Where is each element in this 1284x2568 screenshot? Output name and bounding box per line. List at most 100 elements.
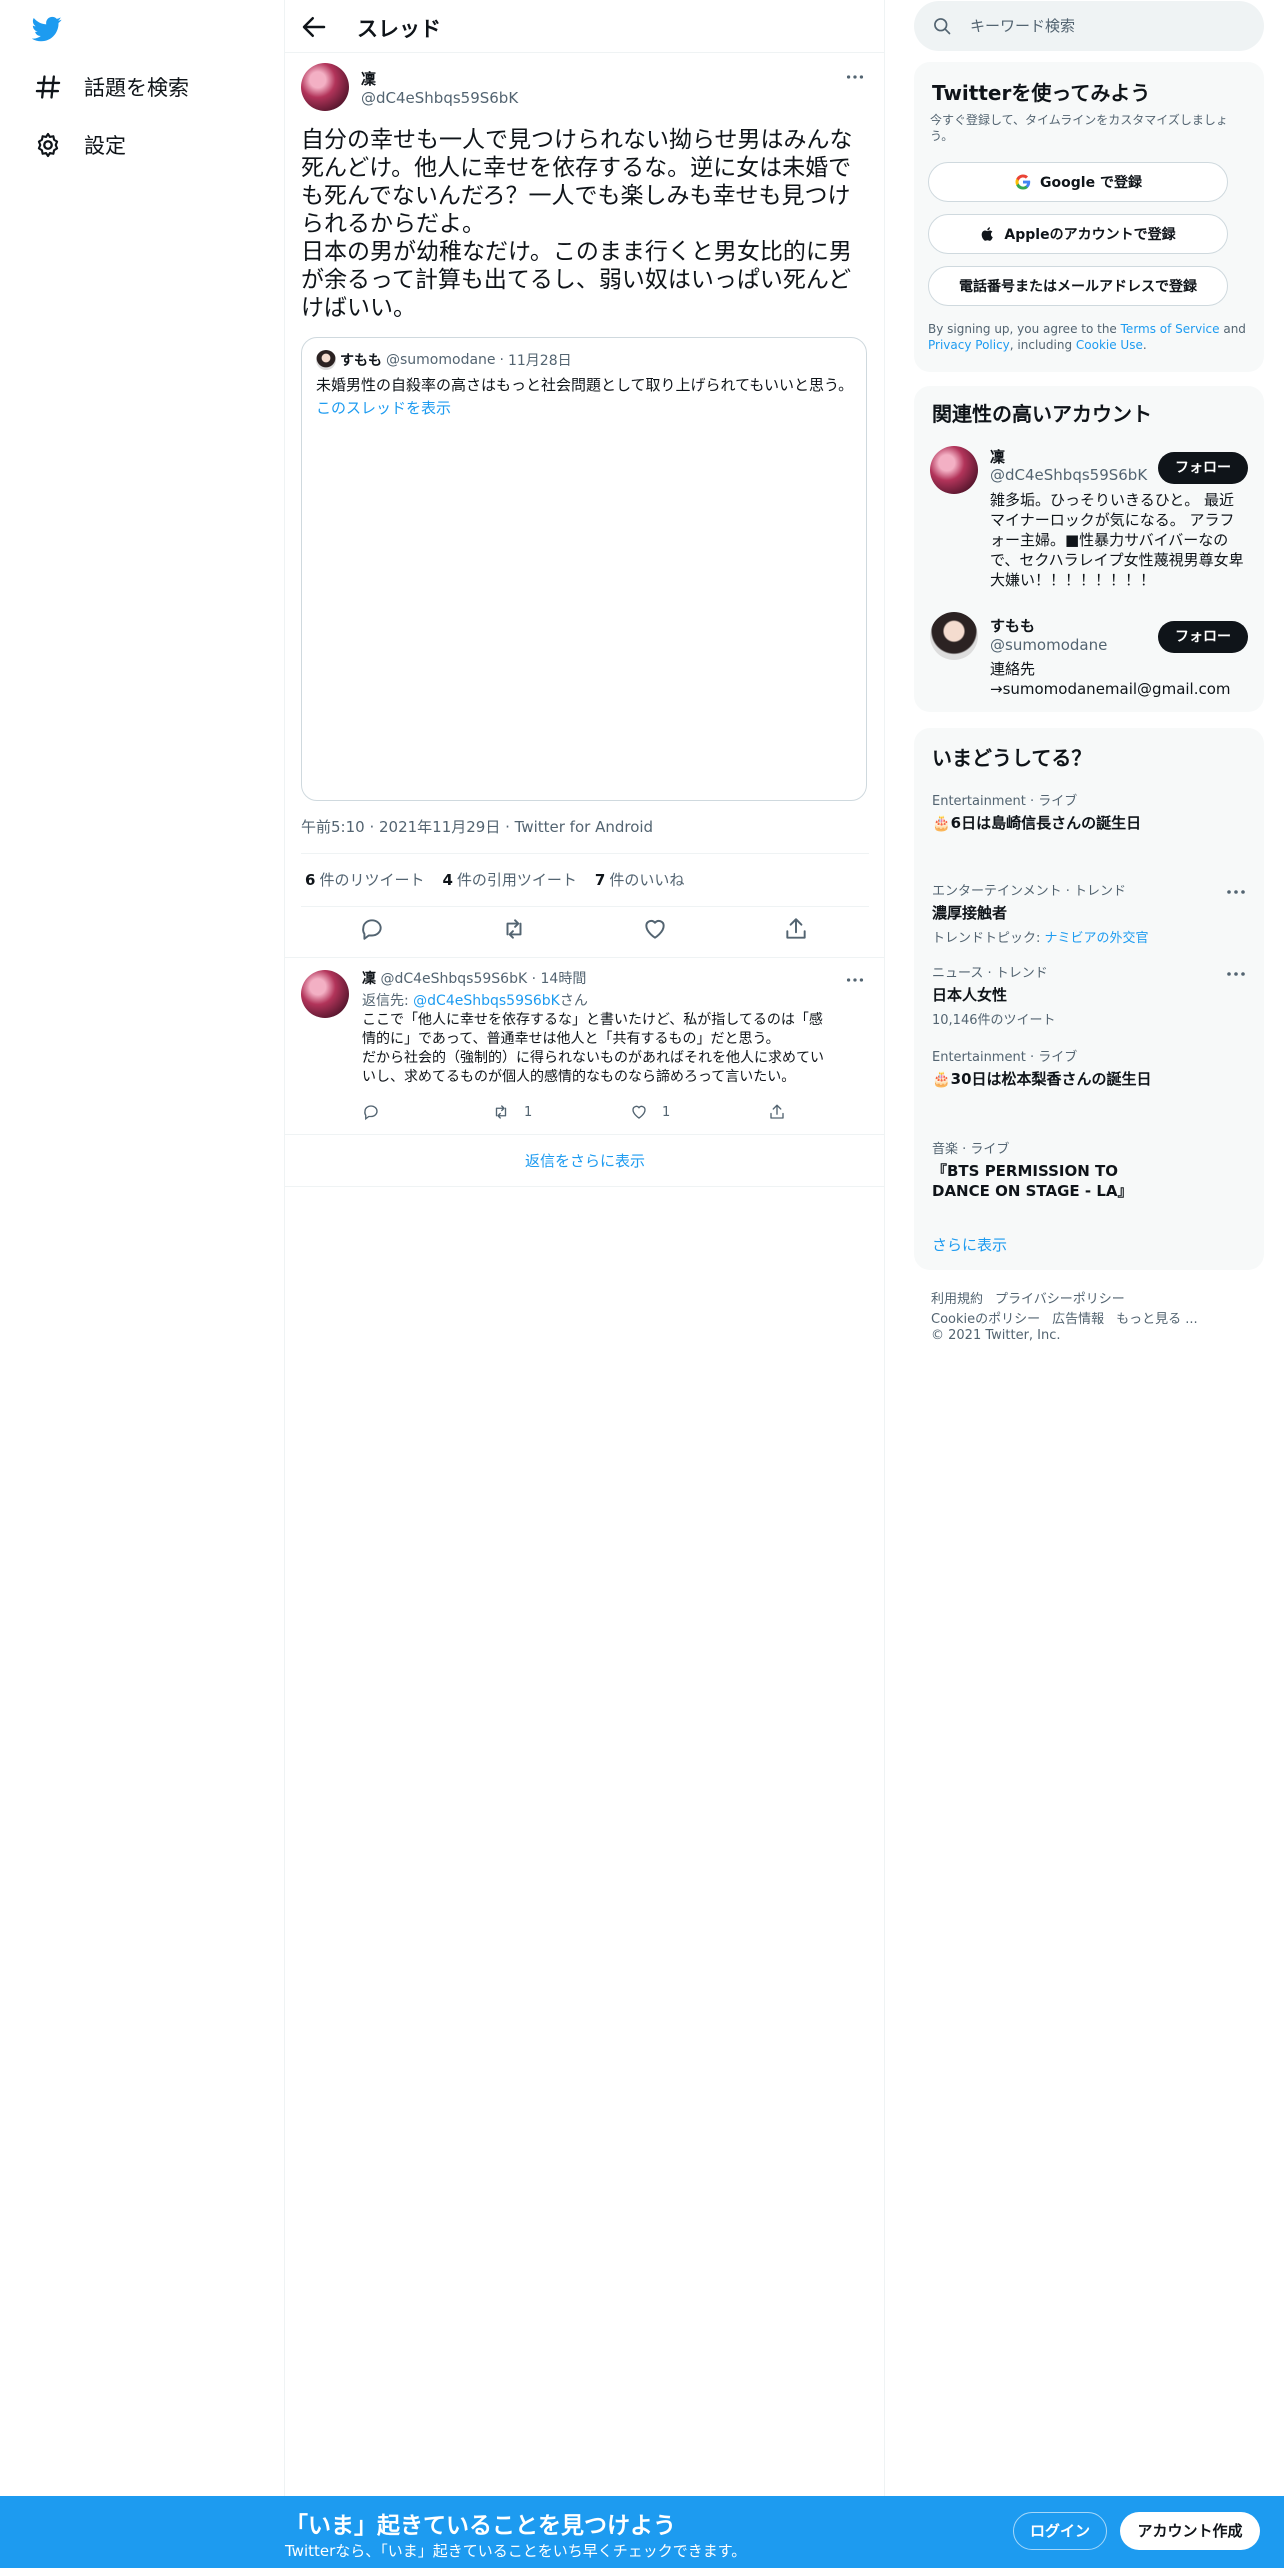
trend-item[interactable]: Entertainment · ライブ 🎂6日は島崎信長さんの誕生日 (932, 790, 1252, 833)
more-options-icon[interactable] (1224, 880, 1248, 904)
trend-item[interactable]: Entertainment · ライブ 🎂30日は松本梨香さんの誕生日 (932, 1046, 1252, 1089)
login-banner: 「いま」起きていることを見つけよう Twitterなら、「いま」起きていることを… (0, 2496, 1284, 2568)
quoted-text: 未婚男性の自殺率の高さはもっと社会問題として取り上げられてもいいと思う。 (316, 376, 854, 394)
avatar[interactable] (930, 446, 978, 494)
show-more-replies-link[interactable]: 返信をさらに表示 (285, 1135, 885, 1187)
reply-icon[interactable] (359, 916, 385, 942)
trend-topic-link[interactable]: ナミビアの外交官 (1045, 931, 1149, 946)
author-name[interactable]: 凜 (362, 971, 376, 987)
search-bar[interactable] (914, 1, 1264, 51)
cookie-link[interactable]: Cookie Use (1076, 338, 1143, 352)
like-icon (632, 1105, 646, 1119)
tweet-timestamp[interactable]: 午前5:10 · 2021年11月29日 · Twitter for Andro… (301, 816, 653, 837)
account-bio: 連絡先 →sumomodanemail@gmail.com (990, 660, 1231, 698)
account-handle[interactable]: @dC4eShbqs59S6bK (990, 466, 1147, 484)
quoted-date: 11月28日 (507, 353, 572, 369)
account-handle[interactable]: @sumomodane (990, 636, 1107, 654)
footer-links-row: Cookieのポリシー 広告情報 もっと見る ... (931, 1308, 1210, 1327)
avatar (316, 350, 336, 370)
trend-item[interactable]: エンターテインメント · トレンド 濃厚接触者 トレンドトピック: ナミビアの外… (932, 880, 1252, 946)
page-header: スレッド (285, 0, 885, 53)
google-logo-icon (1015, 174, 1031, 190)
trends-title: いまどうしてる？ (932, 746, 1092, 770)
tweet-actions (285, 916, 885, 946)
footer-link[interactable]: プライバシーポリシー (995, 1292, 1125, 1307)
reply-time[interactable]: 14時間 (541, 971, 587, 987)
quoted-tweet[interactable]: すもも @sumomodane · 11月28日 未婚男性の自殺率の高さはもっと… (301, 337, 867, 801)
google-signup-button[interactable]: Google で登録 (928, 162, 1228, 202)
divider (301, 853, 869, 854)
gear-icon (37, 132, 59, 158)
like-button[interactable]: 1 (630, 1103, 670, 1121)
follow-button[interactable]: フォロー (1158, 621, 1248, 653)
share-icon (770, 1104, 784, 1119)
share-button[interactable] (768, 1103, 800, 1121)
reply-button[interactable] (362, 1103, 394, 1121)
like-count[interactable]: 7 件のいいね (595, 869, 684, 890)
quote-count[interactable]: 4 件の引用ツイート (442, 869, 576, 890)
terms-link[interactable]: Terms of Service (1121, 322, 1220, 336)
banner-title: 「いま」起きていることを見つけよう (285, 2513, 676, 2539)
quoted-tweet-header: すもも @sumomodane · 11月28日 (316, 350, 572, 370)
more-options-icon[interactable] (1224, 962, 1248, 986)
back-arrow-icon[interactable] (299, 12, 329, 42)
search-input[interactable] (970, 14, 1240, 38)
nav-item-explore[interactable]: 話題を検索 (34, 67, 189, 107)
left-nav: 話題を検索 設定 (0, 0, 285, 2496)
show-thread-link[interactable]: このスレッドを表示 (316, 397, 451, 418)
reply-tweet[interactable]: 凜 @dC4eShbqs59S6bK · 14時間 返信先: @dC4eShbq… (285, 957, 885, 1135)
retweet-button[interactable]: 1 (492, 1103, 532, 1121)
privacy-link[interactable]: Privacy Policy (928, 338, 1010, 352)
reply-text-line: だから社会的（強制的）に得られないものがあればそれを他人に求めてい (362, 1050, 824, 1066)
author-handle[interactable]: @dC4eShbqs59S6bK (361, 89, 518, 107)
account-bio: 雑多垢。ひっそりいきるひと。 最近 マイナーロックが気になる。 アラフ ォー主婦… (990, 491, 1244, 589)
phone-email-signup-button[interactable]: 電話番号またはメールアドレスで登録 (928, 266, 1228, 306)
apple-signup-button[interactable]: Appleのアカウントで登録 (928, 214, 1228, 254)
share-icon[interactable] (783, 916, 809, 942)
reply-icon (364, 1105, 378, 1121)
tweet-stats: 6 件のリツイート 4 件の引用ツイート 7 件のいいね (305, 869, 702, 890)
signup-card: Twitterを使ってみよう 今すぐ登録して、タイムラインをカスタマイズしましょ… (914, 62, 1264, 372)
twitter-logo-icon[interactable] (32, 14, 62, 44)
footer-link[interactable]: 広告情報 (1052, 1312, 1104, 1327)
reply-to-handle-link[interactable]: @dC4eShbqs59S6bK (413, 993, 560, 1009)
reply-text-line: いし、求めてるものが個人的感情的なものなら諦めろって言いたい。 (362, 1069, 796, 1085)
trend-item[interactable]: ニュース · トレンド 日本人女性 10,146件のツイート (932, 962, 1252, 1028)
account-name[interactable]: 凜 (990, 446, 1005, 467)
trends-card: いまどうしてる？ Entertainment · ライブ 🎂6日は島崎信長さんの… (914, 728, 1264, 1270)
reply-header: 凜 @dC4eShbqs59S6bK · 14時間 (362, 968, 586, 988)
signup-button[interactable]: アカウント作成 (1120, 2512, 1260, 2550)
retweet-count[interactable]: 6 件のリツイート (305, 869, 424, 890)
quoted-author-name: すもも (340, 353, 382, 369)
trend-item[interactable]: 音楽 · ライブ 『BTS PERMISSION TO DANCE ON STA… (932, 1138, 1172, 1201)
nav-item-settings[interactable]: 設定 (34, 125, 126, 165)
follow-button[interactable]: フォロー (1158, 452, 1248, 484)
like-icon[interactable] (642, 916, 668, 942)
footer-link[interactable]: Cookieのポリシー (931, 1312, 1040, 1327)
footer-links-row: 利用規約 プライバシーポリシー (931, 1288, 1137, 1307)
more-options-icon[interactable] (844, 969, 866, 991)
page-title: スレッド (357, 17, 441, 41)
separator: · (499, 352, 504, 368)
login-button[interactable]: ログイン (1013, 2512, 1107, 2550)
retweet-icon (495, 1105, 507, 1119)
signup-terms: By signing up, you agree to the Terms of… (928, 322, 1246, 352)
related-accounts-card: 関連性の高いアカウント 凜 @dC4eShbqs59S6bK フォロー 雑多垢。… (914, 386, 1264, 712)
show-more-trends-link[interactable]: さらに表示 (932, 1234, 1007, 1255)
avatar[interactable] (301, 970, 349, 1018)
footer-link[interactable]: もっと見る ... (1116, 1312, 1198, 1327)
author-name[interactable]: 凜 (361, 68, 376, 89)
reply-text-line: ここで「他人に幸せを依存するな」と書いたけど、私が指してるのは「感 (362, 1012, 823, 1028)
separator: · (531, 971, 537, 987)
avatar[interactable] (301, 63, 349, 111)
reply-text-line: 情的に」であって、普通幸せは他人と「共有するもの」だと思う。 (362, 1031, 780, 1047)
author-handle[interactable]: @dC4eShbqs59S6bK (380, 971, 527, 987)
avatar[interactable] (930, 612, 978, 660)
nav-item-label: 設定 (84, 134, 126, 158)
account-name[interactable]: すもも (990, 615, 1035, 636)
retweet-icon[interactable] (501, 916, 527, 942)
more-options-icon[interactable] (844, 66, 866, 88)
footer-link[interactable]: 利用規約 (931, 1292, 983, 1307)
nav-item-label: 話題を検索 (84, 76, 189, 100)
search-icon (934, 18, 951, 35)
